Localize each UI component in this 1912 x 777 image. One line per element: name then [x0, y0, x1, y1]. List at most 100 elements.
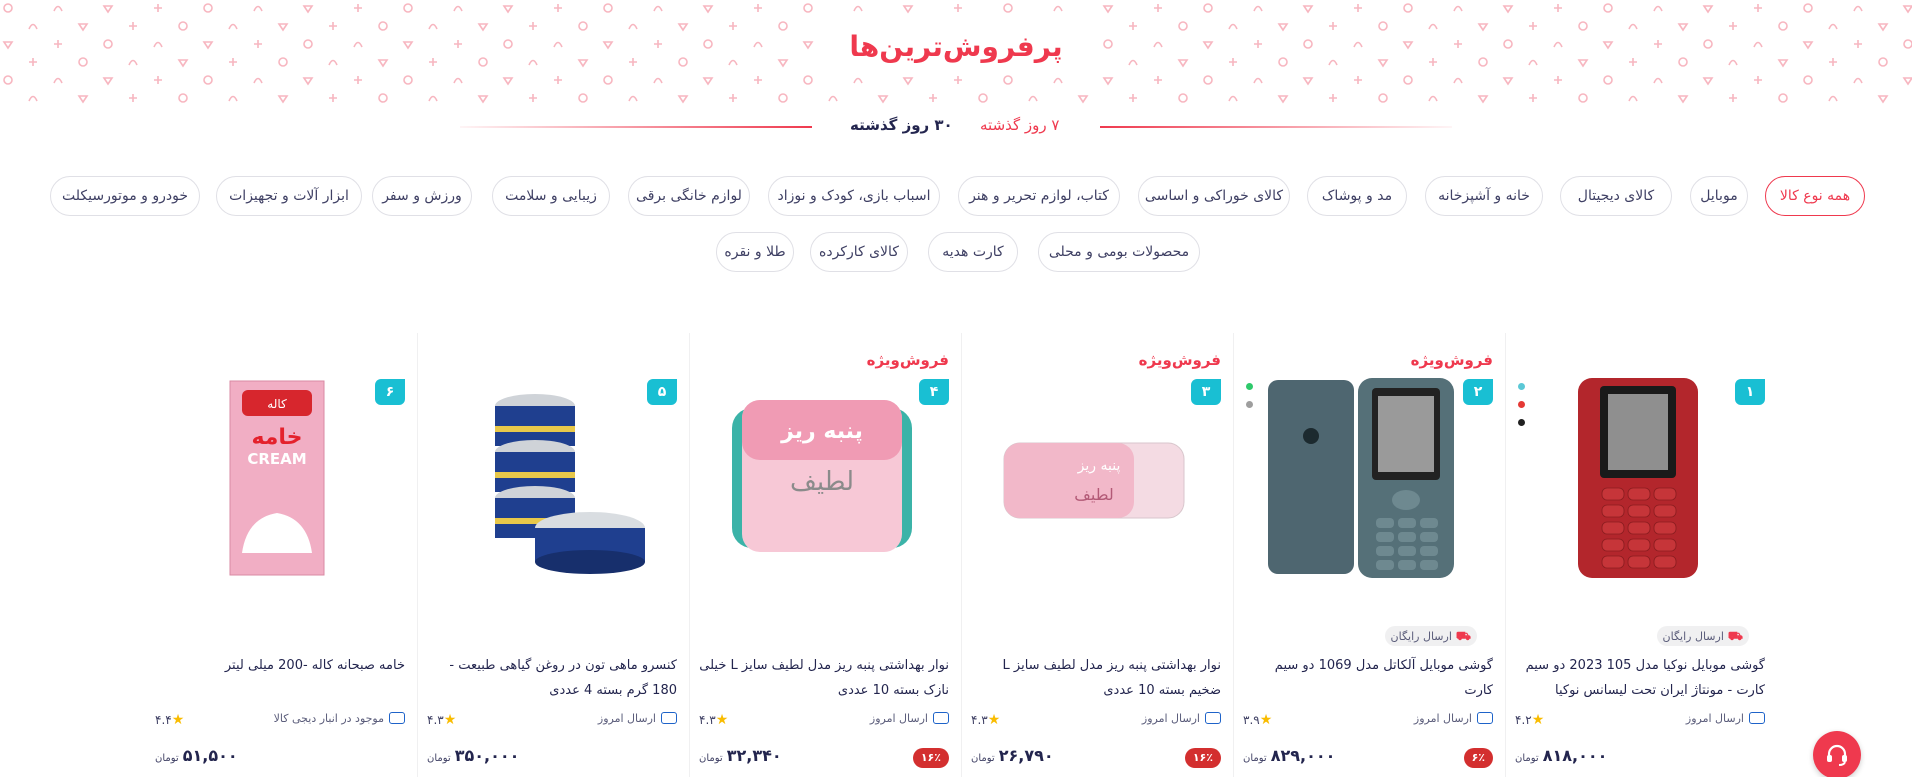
category-chip[interactable]: خانه و آشپزخانه: [1425, 176, 1543, 216]
pattern-shape: [954, 76, 962, 84]
pattern-shape: [129, 22, 137, 30]
tab-30-days[interactable]: ۳۰ روز گذشته: [850, 116, 953, 134]
star-icon: ★: [987, 712, 1001, 728]
category-chip[interactable]: زیبایی و سلامت: [492, 176, 610, 216]
category-chip[interactable]: مد و پوشاک: [1307, 176, 1407, 216]
rating: ۴.۳★: [427, 712, 461, 728]
rating: ۴.۴★: [155, 712, 189, 728]
category-chip[interactable]: کارت هدیه: [928, 232, 1018, 272]
category-chip[interactable]: خودرو و موتورسیکلت: [50, 176, 200, 216]
product-name[interactable]: گوشی موبایل نوکیا مدل 105 2023 دو سیم کا…: [1515, 653, 1765, 703]
pattern-shape: [1803, 3, 1813, 13]
rating: ۴.۳★: [699, 712, 733, 728]
product-name[interactable]: کنسرو ماهی تون در روغن گیاهی طبیعت - 180…: [427, 653, 677, 703]
pattern-shape: [178, 21, 188, 31]
rating: ۴.۲★: [1515, 712, 1549, 728]
color-dot: [1246, 383, 1253, 390]
delivery-icon: [1749, 712, 1765, 724]
pattern-shape: [178, 93, 188, 103]
price: ۳۲,۳۴۰تومان: [699, 746, 782, 765]
pattern-shape: [1403, 3, 1413, 13]
truck-icon: ⛟: [1455, 629, 1471, 643]
product-card[interactable]: ۶ کاله خامه CREAM خامه صبحانه کاله -200 …: [145, 333, 417, 777]
category-chip[interactable]: محصولات بومی و محلی: [1038, 232, 1200, 272]
product-name[interactable]: نوار بهداشتی پنبه ریز مدل لطیف سایز L خی…: [699, 653, 949, 703]
pattern-shape: [1354, 76, 1362, 84]
product-card[interactable]: فروش‌ویژه ۴ پنبه ریز لطیف نوار بهداشتی پن…: [689, 333, 961, 777]
pattern-shape: [1028, 95, 1038, 102]
category-chip[interactable]: همه نوع کالا: [1765, 176, 1865, 216]
currency: تومان: [1515, 753, 1539, 764]
pattern-shape: [1302, 5, 1314, 14]
svg-text:کاله: کاله: [267, 397, 287, 411]
pattern-shape: [1529, 94, 1537, 102]
pattern-shape: [902, 77, 914, 86]
pattern-shape: [1129, 94, 1137, 102]
product-card[interactable]: ۱ ⛟ارسال رایگان گوشی موبایل نوکیا مدل 105…: [1505, 333, 1777, 777]
category-chip[interactable]: کتاب، لوازم تحریر و هنر: [958, 176, 1120, 216]
price-value: ۸۱۸,۰۰۰: [1542, 746, 1608, 765]
delivery-icon: [1477, 712, 1493, 724]
svg-text:پنبه ریز: پنبه ریز: [780, 419, 863, 444]
pattern-shape: [77, 95, 89, 104]
pattern-shape: [628, 23, 638, 30]
product-meta: ارسال امروز ۴.۳★: [427, 712, 677, 732]
free-shipping-label: ارسال رایگان: [1390, 630, 1452, 643]
special-sale-label: فروش‌ویژه: [1138, 351, 1221, 369]
category-chip[interactable]: ورزش و سفر: [372, 176, 472, 216]
support-button[interactable]: [1813, 731, 1861, 777]
category-chip[interactable]: ابزار آلات و تجهیزات: [216, 176, 362, 216]
color-swatches: [1518, 383, 1526, 437]
category-chip[interactable]: کالای خوراکی و اساسی: [1138, 176, 1290, 216]
pattern-shape: [902, 5, 914, 14]
truck-icon: ⛟: [1727, 629, 1743, 643]
category-chip[interactable]: کالای دیجیتال: [1560, 176, 1672, 216]
pattern-shape: [1253, 5, 1263, 12]
pattern-shape: [1228, 23, 1238, 30]
shipping-info: ارسال امروز: [1686, 712, 1765, 725]
pattern-shape: [1853, 77, 1863, 84]
pattern-shape: [378, 93, 388, 103]
pattern-shape: [1302, 77, 1314, 86]
currency: تومان: [155, 753, 179, 764]
pattern-shape: [1053, 5, 1063, 12]
category-chip[interactable]: کالای کارکرده: [810, 232, 908, 272]
category-chip[interactable]: طلا و نقره: [716, 232, 794, 272]
product-card[interactable]: فروش‌ویژه ۲ ⛟ارسال رایگان گوشی موبایل آلکا…: [1233, 333, 1505, 777]
pattern-shape: [954, 4, 962, 12]
shipping-label: ارسال امروز: [1141, 712, 1200, 725]
price-value: ۳۲,۳۴۰: [726, 746, 782, 765]
category-chip[interactable]: موبایل: [1690, 176, 1748, 216]
section-title: پرفروش‌ترین‌ها: [0, 30, 1912, 63]
shipping-info: موجود در انبار دیجی کالا: [274, 712, 405, 725]
pattern-shape: [1428, 95, 1438, 102]
color-dot: [1246, 401, 1253, 408]
product-card[interactable]: فروش‌ویژه ۳ پنبه ریز لطیف نوار بهداشتی پن…: [961, 333, 1233, 777]
pattern-shape: [603, 75, 613, 85]
pattern-shape: [1102, 5, 1114, 14]
headset-icon: [1827, 744, 1847, 766]
pattern-shape: [1729, 94, 1737, 102]
tab-7-days[interactable]: ۷ روز گذشته: [980, 116, 1059, 134]
category-chip[interactable]: اسباب بازی، کودک و نوزاد: [768, 176, 940, 216]
product-name[interactable]: خامه صبحانه کاله -200 میلی لیتر: [155, 653, 405, 678]
price-value: ۵۱,۵۰۰: [182, 746, 238, 765]
pattern-shape: [302, 77, 314, 86]
pattern-shape: [1329, 94, 1337, 102]
shipping-info: ارسال امروز: [598, 712, 677, 725]
shipping-label: ارسال امروز: [597, 712, 656, 725]
free-shipping-badge: ⛟ارسال رایگان: [1384, 626, 1477, 646]
pattern-shape: [1253, 77, 1263, 84]
pattern-shape: [1628, 95, 1638, 102]
divider-line: [460, 126, 812, 128]
product-name[interactable]: نوار بهداشتی پنبه ریز مدل لطیف سایز L ضخ…: [971, 653, 1221, 703]
pattern-shape: [603, 3, 613, 13]
pattern-shape: [628, 95, 638, 102]
product-name[interactable]: گوشی موبایل آلکاتل مدل 1069 دو سیم کارت: [1243, 653, 1493, 703]
category-chip[interactable]: لوازم خانگی برقی: [628, 176, 750, 216]
currency: تومان: [427, 753, 451, 764]
pattern-shape: [253, 5, 263, 12]
pattern-shape: [677, 95, 689, 104]
pattern-shape: [1702, 5, 1714, 14]
product-card[interactable]: ۵ کنسرو ماهی تون در روغن گیاهی طبیعت - 1…: [417, 333, 689, 777]
